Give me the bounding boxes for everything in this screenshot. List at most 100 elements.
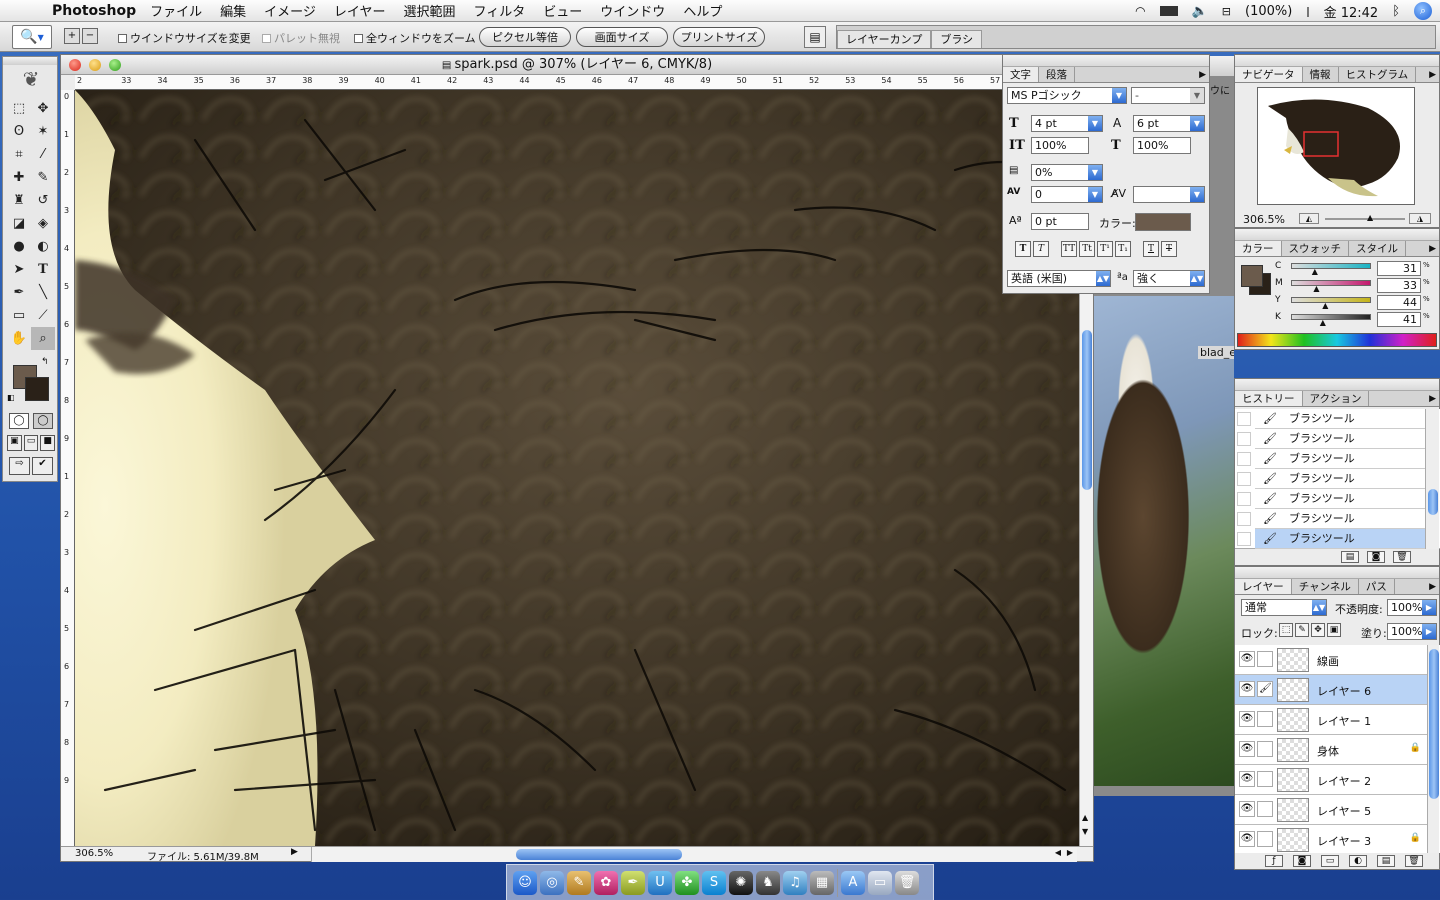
volume-icon[interactable]: 🔈 <box>1192 4 1208 19</box>
menu-file[interactable]: ファイル <box>150 1 202 20</box>
leading-input[interactable]: 6 pt ▼ <box>1133 115 1205 132</box>
layer-row[interactable]: 👁 レイヤー 2 <box>1235 765 1427 795</box>
default-colors-icon[interactable]: ◧ <box>7 393 15 402</box>
layer-name[interactable]: レイヤー 3 <box>1317 833 1371 849</box>
layer-name[interactable]: レイヤー 1 <box>1317 713 1371 729</box>
well-tab-layer-comps[interactable]: レイヤーカンプ <box>837 30 932 48</box>
channel-value-input[interactable]: 41 <box>1377 312 1421 327</box>
layer-visibility-eye-icon[interactable]: 👁 <box>1239 711 1255 727</box>
channel-slider-thumb[interactable]: ▲ <box>1312 267 1318 276</box>
lasso-tool-icon[interactable]: ʘ <box>7 120 31 143</box>
lock-image-icon[interactable]: ✎ <box>1295 623 1309 637</box>
document-proxy-icon[interactable]: ▤ <box>442 60 455 71</box>
font-family-select[interactable]: MS Pゴシック ▼ <box>1007 87 1127 104</box>
history-source-toggle[interactable] <box>1237 432 1251 446</box>
layer-name[interactable]: レイヤー 6 <box>1317 683 1371 699</box>
print-size-button[interactable]: プリントサイズ <box>673 27 765 47</box>
menu-layer[interactable]: レイヤー <box>334 1 386 20</box>
navigator-zoom-slider[interactable] <box>1325 218 1405 220</box>
dock-app-icon-10[interactable]: ♞ <box>756 870 780 895</box>
language-select[interactable]: 英語 (米国) ▲▼ <box>1007 270 1111 287</box>
layer-visibility-eye-icon[interactable]: 👁 <box>1239 651 1255 667</box>
swap-colors-icon[interactable]: ↰ <box>41 357 49 367</box>
faux-italic-button[interactable]: T <box>1033 241 1049 257</box>
layer-name[interactable]: レイヤー 2 <box>1317 773 1371 789</box>
layer-thumbnail[interactable] <box>1277 678 1309 702</box>
menu-help[interactable]: ヘルプ <box>683 1 722 20</box>
lock-position-icon[interactable]: ✥ <box>1311 623 1325 637</box>
adjustment-layer-icon[interactable]: ◐ <box>1349 855 1367 867</box>
microphone-icon[interactable]: ǀ <box>1306 5 1309 18</box>
horizontal-scrollbar[interactable]: ◀ ▶ <box>311 847 1077 862</box>
menu-select[interactable]: 選択範囲 <box>404 1 456 20</box>
navigator-zoom-in-icon[interactable]: ◮ <box>1409 213 1431 224</box>
color-spectrum-bar[interactable] <box>1237 333 1437 347</box>
history-state[interactable]: 🖌 ブラシツール <box>1255 529 1425 549</box>
layer-link-toggle[interactable] <box>1257 651 1273 667</box>
path-selection-tool-icon[interactable]: ➤ <box>7 258 31 281</box>
file-browser-icon[interactable]: ▤ <box>804 26 826 48</box>
menu-filter[interactable]: フィルタ <box>474 1 526 20</box>
new-document-from-state-icon[interactable]: ▤ <box>1341 551 1359 563</box>
history-source-toggle[interactable] <box>1237 512 1251 526</box>
channel-slider[interactable] <box>1291 280 1371 286</box>
tab-color[interactable]: カラー <box>1235 241 1282 256</box>
display-icon[interactable]: ⊟ <box>1222 5 1231 18</box>
quick-mask-mode-icon[interactable]: ◯ <box>33 413 53 429</box>
font-size-input[interactable]: 4 pt ▼ <box>1031 115 1103 132</box>
channel-slider[interactable] <box>1291 263 1371 269</box>
scroll-left-arrow-icon[interactable]: ◀ <box>1055 848 1061 857</box>
layer-row[interactable]: 👁 レイヤー 1 <box>1235 705 1427 735</box>
layer-thumbnail[interactable] <box>1277 828 1309 852</box>
background-color-swatch[interactable] <box>25 377 49 401</box>
navigator-panel-menu-icon[interactable]: ▶ <box>1429 67 1439 82</box>
lock-all-icon[interactable]: ▣ <box>1327 623 1341 637</box>
layers-panel-titlebar[interactable] <box>1235 567 1439 579</box>
blur-tool-icon[interactable]: ● <box>7 235 31 258</box>
battery-status[interactable]: (100%) <box>1245 4 1292 19</box>
tracking-input[interactable]: ▼ <box>1133 186 1205 203</box>
tab-actions[interactable]: アクション <box>1303 391 1370 406</box>
scroll-down-arrow-icon[interactable]: ▼ <box>1082 827 1088 836</box>
new-snapshot-icon[interactable]: ◙ <box>1367 551 1385 563</box>
wifi-icon[interactable]: ◠ <box>1135 4 1145 18</box>
brush-tool-icon[interactable]: ✎ <box>31 166 55 189</box>
well-tab-brushes[interactable]: ブラシ <box>931 30 983 48</box>
small-caps-button[interactable]: Tt <box>1079 241 1095 257</box>
kerning-input[interactable]: 0 ▼ <box>1031 186 1103 203</box>
layers-panel-menu-icon[interactable]: ▶ <box>1429 579 1439 594</box>
scroll-up-arrow-icon[interactable]: ▲ <box>1082 813 1088 822</box>
history-scroll-thumb[interactable] <box>1428 489 1438 515</box>
vertical-ruler[interactable]: 0 1 2 3 4 5 6 7 8 9 1 2 3 4 5 6 7 8 9 <box>61 90 75 846</box>
all-caps-button[interactable]: TT <box>1061 241 1077 257</box>
layer-visibility-eye-icon[interactable]: 👁 <box>1239 801 1255 817</box>
clock[interactable]: 金 12:42 <box>1324 2 1379 21</box>
dock-app-icon-5[interactable]: ✒ <box>621 870 645 895</box>
dock-app-icon-7[interactable]: ✤ <box>675 870 699 895</box>
full-screen-menu-mode-icon[interactable]: ▭ <box>23 435 39 451</box>
dodge-tool-icon[interactable]: ◐ <box>31 235 55 258</box>
applications-folder-icon[interactable]: A <box>841 870 865 895</box>
tools-palette-titlebar[interactable] <box>3 57 57 65</box>
lock-transparency-icon[interactable]: ⬚ <box>1279 623 1293 637</box>
history-scrollbar[interactable] <box>1425 409 1439 549</box>
minimize-window-icon[interactable] <box>89 59 101 71</box>
font-style-select[interactable]: - ▼ <box>1131 87 1205 104</box>
status-menu-arrow-icon[interactable]: ▶ <box>291 847 298 857</box>
full-screen-mode-icon[interactable]: ■ <box>40 435 56 451</box>
new-layer-icon[interactable]: ▤ <box>1377 855 1395 867</box>
trash-icon[interactable]: 🗑 <box>895 870 919 895</box>
eraser-tool-icon[interactable]: ◪ <box>7 212 31 235</box>
layer-visibility-eye-icon[interactable]: 👁 <box>1239 831 1255 847</box>
menu-edit[interactable]: 編集 <box>220 1 246 20</box>
subscript-button[interactable]: T₁ <box>1115 241 1131 257</box>
history-source-toggle[interactable] <box>1237 472 1251 486</box>
move-tool-icon[interactable]: ✥ <box>31 97 55 120</box>
menu-window[interactable]: ウインドウ <box>600 1 665 20</box>
close-window-icon[interactable] <box>69 59 81 71</box>
layer-name[interactable]: 身体 <box>1317 743 1339 759</box>
fit-screen-button[interactable]: 画面サイズ <box>576 27 668 47</box>
itunes-icon[interactable]: ♫ <box>783 870 807 895</box>
type-tool-icon[interactable]: T <box>31 258 55 281</box>
dock-app-icon-9[interactable]: ✺ <box>729 870 753 895</box>
